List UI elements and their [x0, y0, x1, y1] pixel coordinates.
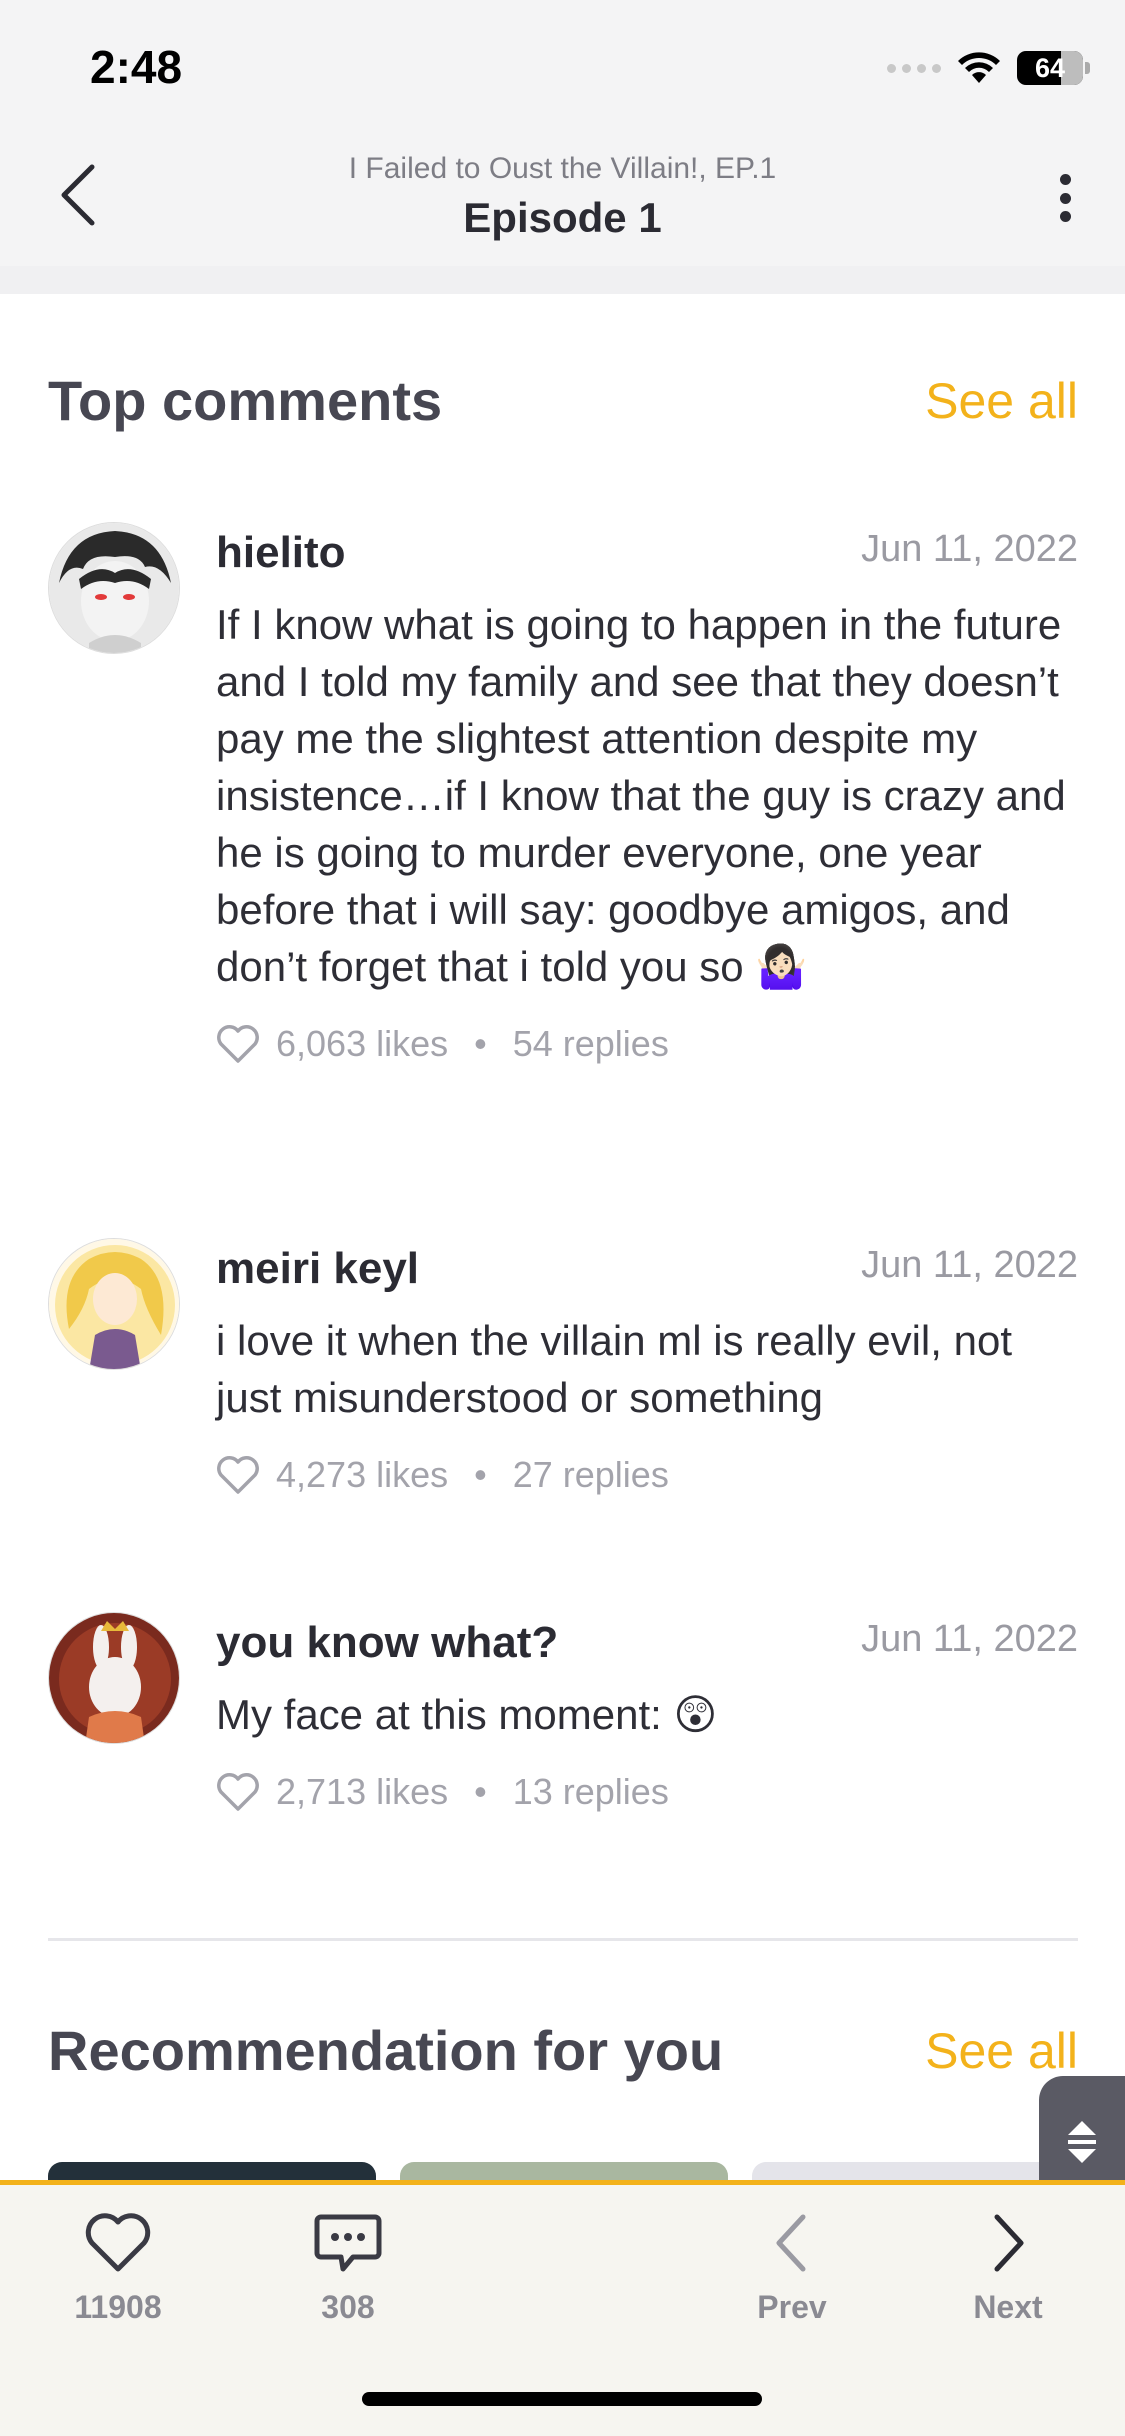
comment-text: If I know what is going to happen in the…	[216, 601, 1066, 990]
comments-button[interactable]: 308	[278, 2211, 418, 2326]
page-title: Episode 1	[463, 194, 662, 241]
reply-count[interactable]: 27 replies	[513, 1454, 669, 1496]
comment-date: Jun 11, 2022	[861, 528, 1078, 570]
comment-meta: 2,713 likes • 13 replies	[216, 1771, 1078, 1813]
prev-label: Prev	[757, 2289, 827, 2325]
avatar[interactable]	[48, 522, 180, 654]
home-indicator[interactable]	[362, 2392, 762, 2406]
comment-text: i love it when the villain ml is really …	[216, 1317, 1012, 1421]
heart-icon[interactable]	[216, 1455, 260, 1495]
header-divider	[0, 266, 1125, 294]
status-icons: 64	[887, 48, 1090, 88]
like-button[interactable]: 11908	[48, 2211, 188, 2326]
avatar[interactable]	[48, 1238, 180, 1370]
separator-dot: •	[474, 1023, 487, 1064]
battery-level: 64	[1034, 52, 1066, 83]
recommendation-header: Recommendation for you See all	[48, 2018, 1078, 2083]
comment-meta: 4,273 likes • 27 replies	[216, 1454, 1078, 1496]
recommendation-see-all-link[interactable]: See all	[925, 2022, 1078, 2080]
like-count-label: 11908	[74, 2289, 162, 2325]
expand-collapse-icon	[1068, 2121, 1096, 2163]
comment-bubble-icon	[314, 2214, 382, 2272]
comment-date: Jun 11, 2022	[861, 1244, 1078, 1286]
like-count[interactable]: 4,273 likes	[276, 1454, 448, 1496]
next-label: Next	[973, 2289, 1043, 2325]
comment-text: My face at this moment: 😲	[216, 1691, 718, 1738]
more-options-button[interactable]	[1045, 168, 1085, 228]
avatar[interactable]	[48, 1612, 180, 1744]
status-time: 2:48	[90, 41, 183, 93]
like-count[interactable]: 2,713 likes	[276, 1771, 448, 1813]
next-episode-button[interactable]: Next	[938, 2211, 1078, 2326]
heart-icon	[85, 2213, 151, 2272]
prev-episode-button[interactable]: Prev	[722, 2211, 862, 2326]
chevron-right-icon	[994, 2214, 1024, 2272]
series-subtitle: I Failed to Oust the Villain!, EP.1	[348, 152, 777, 185]
top-comments-header: Top comments See all	[48, 368, 1078, 433]
top-bar: 2:48 64 I Failed to Oust the Villain!, E…	[0, 0, 1125, 266]
comment-meta: 6,063 likes • 54 replies	[216, 1023, 1078, 1065]
separator-dot: •	[474, 1771, 487, 1812]
reply-count[interactable]: 54 replies	[513, 1023, 669, 1065]
heart-icon[interactable]	[216, 1772, 260, 1812]
heart-icon[interactable]	[216, 1024, 260, 1064]
chevron-left-icon	[776, 2214, 806, 2272]
cellular-signal-icon	[887, 63, 941, 73]
top-comments-see-all-link[interactable]: See all	[925, 372, 1078, 430]
battery-icon: 64	[1017, 51, 1090, 85]
recommendation-title: Recommendation for you	[48, 2019, 724, 2082]
comment-count-label: 308	[321, 2289, 375, 2325]
like-count[interactable]: 6,063 likes	[276, 1023, 448, 1065]
top-comments-title: Top comments	[48, 369, 443, 432]
more-dots-icon	[1059, 174, 1071, 185]
section-divider	[48, 1938, 1078, 1941]
wifi-icon	[958, 52, 1000, 83]
recommendation-carousel[interactable]	[48, 2162, 1125, 2192]
separator-dot: •	[474, 1454, 487, 1495]
reply-count[interactable]: 13 replies	[513, 1771, 669, 1813]
comment-date: Jun 11, 2022	[861, 1618, 1078, 1660]
